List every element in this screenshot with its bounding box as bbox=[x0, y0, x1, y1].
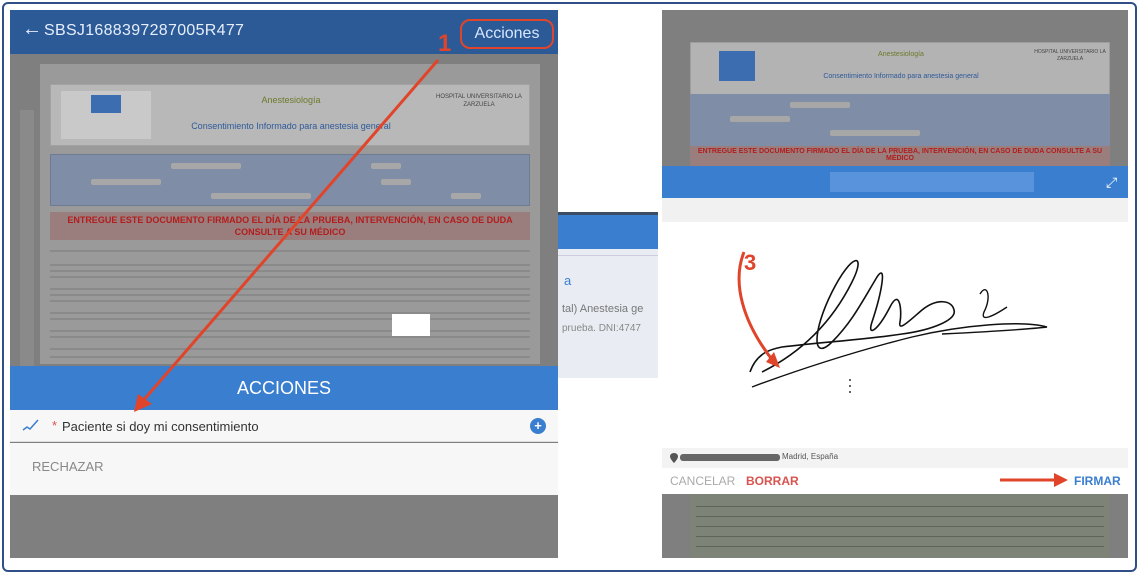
consent-document-preview: Anestesiología Consentimiento Informado … bbox=[40, 64, 540, 364]
clear-button[interactable]: BORRAR bbox=[746, 474, 799, 488]
sign-button[interactable]: FIRMAR bbox=[1074, 474, 1121, 488]
middle-title: tal) Anestesia ge bbox=[562, 303, 644, 315]
document-bottom-preview bbox=[690, 494, 1110, 558]
consent-action-item[interactable]: * Paciente si doy mi consentimiento + bbox=[10, 410, 558, 442]
middle-header-bar bbox=[558, 215, 658, 249]
left-panel: ← SBSJ1688397287005R477 Acciones Anestes… bbox=[10, 10, 558, 558]
specialty-label: Anestesiología bbox=[261, 95, 321, 105]
document-header-box: Anestesiología Consentimiento Informado … bbox=[50, 84, 530, 146]
document-id: SBSJ1688397287005R477 bbox=[44, 22, 245, 39]
specialty-label: Anestesiología bbox=[878, 51, 924, 58]
warning-banner: ENTREGUE ESTE DOCUMENTO FIRMADO EL DÍA D… bbox=[50, 212, 530, 240]
expand-icon[interactable]: ⤢ bbox=[1106, 174, 1122, 190]
consent-title: Consentimiento Informado para anestesia … bbox=[823, 73, 979, 80]
middle-panel: a tal) Anestesia ge prueba. DNI:4747 bbox=[558, 212, 658, 378]
redaction-box bbox=[392, 314, 430, 336]
location-bar: Madrid, España bbox=[662, 448, 1128, 468]
signature-dialog-header: ⤢ bbox=[662, 166, 1128, 198]
hospital-logo bbox=[61, 91, 151, 139]
reject-label: RECHAZAR bbox=[32, 459, 104, 474]
right-panel: Anestesiología Consentimiento Informado … bbox=[662, 10, 1128, 558]
patient-info-box bbox=[50, 154, 530, 206]
document-header: ← SBSJ1688397287005R477 Acciones bbox=[10, 10, 558, 54]
signature-dialog-title bbox=[830, 172, 1034, 192]
step-3-callout: 3 bbox=[744, 250, 757, 275]
cancel-button[interactable]: CANCELAR bbox=[670, 474, 735, 488]
signature-drawing bbox=[737, 251, 1048, 393]
actions-list: * Paciente si doy mi consentimiento + RE… bbox=[10, 410, 558, 558]
hospital-logo bbox=[719, 51, 755, 81]
middle-link[interactable]: a bbox=[564, 273, 571, 288]
hospital-name: HOSPITAL UNIVERSITARIO LA ZARZUELA bbox=[436, 94, 522, 108]
reject-button[interactable]: RECHAZAR bbox=[10, 443, 558, 495]
location-pin-icon bbox=[670, 453, 678, 463]
signature-canvas[interactable]: 3 bbox=[662, 222, 1128, 448]
add-icon[interactable]: + bbox=[530, 418, 546, 434]
signature-dialog-subheader bbox=[662, 198, 1128, 222]
hospital-name: HOSPITAL UNIVERSITARIO LA ZARZUELA bbox=[1034, 49, 1106, 62]
back-arrow-icon[interactable]: ← bbox=[22, 18, 42, 41]
location-text: Madrid, España bbox=[782, 452, 839, 461]
required-mark: * bbox=[52, 418, 58, 433]
step-1-callout: 1 bbox=[438, 30, 452, 57]
redacted-address bbox=[680, 454, 780, 461]
signature-dialog-footer: CANCELAR BORRAR FIRMAR bbox=[662, 468, 1128, 494]
patient-info-box bbox=[690, 94, 1110, 146]
document-header-box: Anestesiología Consentimiento Informado … bbox=[690, 42, 1110, 100]
consent-title: Consentimiento Informado para anestesia … bbox=[191, 121, 391, 131]
consent-action-label: Paciente si doy mi consentimiento bbox=[62, 419, 259, 434]
acciones-panel-title: ACCIONES bbox=[10, 366, 558, 410]
signature-pen-icon bbox=[22, 419, 39, 431]
warning-banner: ENTREGUE ESTE DOCUMENTO FIRMADO EL DÍA D… bbox=[690, 146, 1110, 166]
middle-subtitle: prueba. DNI:4747 bbox=[562, 323, 641, 334]
acciones-button[interactable]: Acciones bbox=[460, 19, 554, 49]
